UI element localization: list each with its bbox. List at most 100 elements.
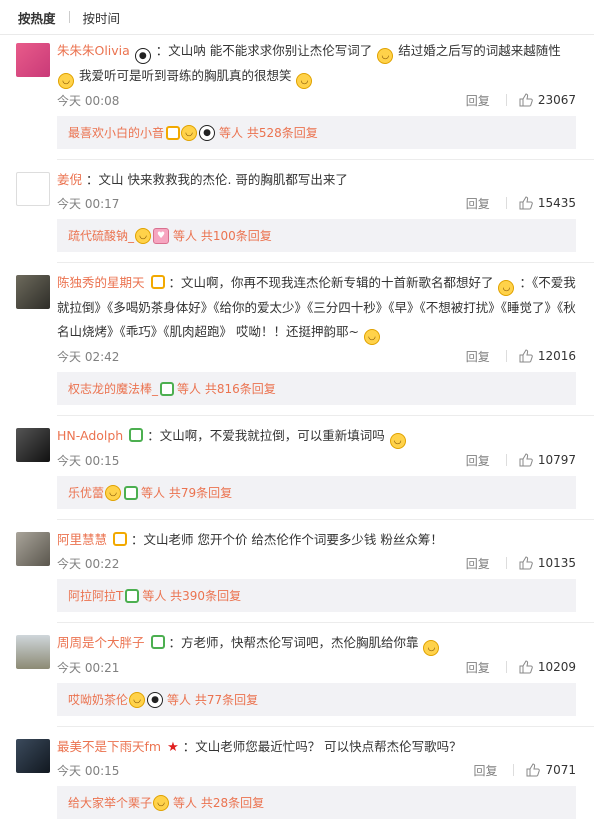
comment-text: 阿里慧慧 ：文山老师 您开个价 给杰伦作个词要多少钱 粉丝众筹！ [57,528,576,552]
reply-count[interactable]: 等人 共28条回复 [173,794,264,811]
reply-button[interactable]: 回复 [466,555,490,572]
comment-username[interactable]: 朱朱朱Olivia [57,43,130,58]
emoji-icon: ◡ [153,794,170,811]
thumbs-up-icon [519,349,533,363]
reply-users[interactable]: 阿拉阿拉T [68,587,123,604]
vip-badge-icon [113,532,127,546]
member-badge-icon [150,635,165,649]
reply-users[interactable]: 权志龙的魔法棒_ [68,380,158,397]
comment-meta: 今天 00:15 回复 7071 [57,759,576,781]
like-button[interactable]: 23067 [519,93,576,107]
reply-users[interactable]: 哎呦奶茶伦 [68,691,128,708]
comment-time: 今天 00:15 [57,453,120,468]
like-button[interactable]: 12016 [519,349,576,363]
comment-username[interactable]: 姜倪 [57,172,82,187]
tab-by-time[interactable]: 按时间 [83,8,121,27]
avatar[interactable] [16,43,50,77]
reply-count[interactable]: 等人 共816条回复 [177,380,276,397]
reply-count[interactable]: 等人 共390条回复 [142,587,241,604]
comment-text: 陈独秀的星期天 ：文山啊，你再不现我连杰伦新专辑的十首新歌名都想好了 ◡ ：《不… [57,271,576,345]
vip-badge-icon [166,125,181,140]
thumbs-up-icon [519,660,533,674]
panda-emoji-icon: ● [147,691,164,708]
comment-username[interactable]: HN-Adolph [57,428,123,443]
thumbs-up-icon [519,93,533,107]
comment-body: ：文山 快来救救我的杰伦. 哥的胸肌都写出来了 [86,172,348,187]
meta-divider [505,454,507,466]
reply-summary[interactable]: 最喜欢小白的小音 ◡ ● 等人 共528条回复 [57,116,576,149]
comment-username[interactable]: 周周是个大胖子 [57,635,145,650]
reply-count[interactable]: 等人 共77条回复 [167,691,258,708]
thumbs-up-icon [519,453,533,467]
laughing-emoji-icon: ◡ [498,280,515,296]
thumbs-up-icon [519,556,533,570]
emoji-icon: ◡ [389,433,406,449]
comment-item: 阿里慧慧 ：文山老师 您开个价 给杰伦作个词要多少钱 粉丝众筹！ 今天 00:2… [16,520,594,623]
reply-users[interactable]: 给大家举个栗子 [68,794,152,811]
reply-users[interactable]: 最喜欢小白的小音 [68,124,164,141]
reply-users[interactable]: 乐优蕾 [68,484,104,501]
avatar[interactable] [16,172,50,206]
meta-divider [505,661,507,673]
reply-users[interactable]: 疏代硫酸钠_ [68,227,134,244]
emoji-icon: ◡ [129,691,146,708]
star-badge-icon: ★ [167,736,179,755]
reply-summary[interactable]: 哎呦奶茶伦 ◡ ● 等人 共77条回复 [57,683,576,716]
reply-count[interactable]: 等人 共100条回复 [173,227,272,244]
comment-item: 姜倪 ：文山 快来救救我的杰伦. 哥的胸肌都写出来了 今天 00:17 回复 1… [16,160,594,263]
reply-button[interactable]: 回复 [466,92,490,109]
avatar[interactable] [16,532,50,566]
comment-item: HN-Adolph ：文山啊，不爱我就拉倒，可以重新填词吗 ◡ 今天 00:15… [16,416,594,520]
reply-summary[interactable]: 乐优蕾 ◡ 等人 共79条回复 [57,476,576,509]
reply-summary[interactable]: 阿拉阿拉T 等人 共390条回复 [57,579,576,612]
like-button[interactable]: 15435 [519,196,576,210]
comment-body: ：文山啊，你再不现我连杰伦新专辑的十首新歌名都想好了 [168,275,494,290]
comment-meta: 今天 00:21 回复 10209 [57,656,576,678]
comment-meta: 今天 00:15 回复 10797 [57,449,576,471]
comment-text: 朱朱朱Olivia ● ：文山呐 能不能求求你别让杰伦写词了 ◡ 结过婚之后写的… [57,39,576,89]
comment-list: 朱朱朱Olivia ● ：文山呐 能不能求求你别让杰伦写词了 ◡ 结过婚之后写的… [0,35,594,819]
meta-divider [505,557,507,569]
tab-by-popularity[interactable]: 按热度 [18,8,56,27]
comment-item: 陈独秀的星期天 ：文山啊，你再不现我连杰伦新专辑的十首新歌名都想好了 ◡ ：《不… [16,263,594,416]
comment-time: 今天 00:22 [57,556,120,571]
like-count: 12016 [537,349,576,363]
comment-username[interactable]: 最美不是下雨天fm [57,739,161,754]
comment-body: ：文山老师 您开个价 给杰伦作个词要多少钱 粉丝众筹！ [130,532,443,547]
reply-button[interactable]: 回复 [466,659,490,676]
like-button[interactable]: 10135 [519,556,576,570]
thumbs-up-icon [526,763,541,777]
comment-time: 今天 02:42 [57,349,120,364]
comment-meta: 今天 00:22 回复 10135 [57,552,576,574]
comment-time: 今天 00:21 [57,660,120,675]
reply-count[interactable]: 等人 共79条回复 [141,484,232,501]
comment-username[interactable]: 阿里慧慧 [57,532,107,547]
reply-button[interactable]: 回复 [473,762,497,779]
reply-summary[interactable]: 给大家举个栗子 ◡ 等人 共28条回复 [57,786,576,819]
comment-text: 姜倪 ：文山 快来救救我的杰伦. 哥的胸肌都写出来了 [57,168,576,192]
like-button[interactable]: 7071 [526,763,576,777]
comment-time: 今天 00:08 [57,93,120,108]
member-badge-icon [124,485,139,500]
sticker-icon: ♥ [153,227,170,244]
avatar[interactable] [16,635,50,669]
avatar[interactable] [16,275,50,309]
reply-summary[interactable]: 权志龙的魔法棒_ 等人 共816条回复 [57,372,576,405]
avatar[interactable] [16,739,50,773]
comment-body: ：文山呐 能不能求求你别让杰伦写词了 [155,43,373,58]
comment-username[interactable]: 陈独秀的星期天 [57,275,145,290]
reply-count[interactable]: 等人 共528条回复 [219,124,318,141]
reply-summary[interactable]: 疏代硫酸钠_ ◡ ♥ 等人 共100条回复 [57,219,576,252]
emoji-icon: ◡ [135,227,152,244]
like-button[interactable]: 10797 [519,453,576,467]
avatar[interactable] [16,428,50,462]
like-button[interactable]: 10209 [519,660,576,674]
comment-meta: 今天 00:17 回复 15435 [57,192,576,214]
reply-button[interactable]: 回复 [466,348,490,365]
reply-button[interactable]: 回复 [466,452,490,469]
like-count: 10797 [537,453,576,467]
vip-badge-icon [150,275,165,289]
comment-body: ：方老师，快帮杰伦写词吧，杰伦胸肌给你靠 [168,635,419,650]
member-badge-icon [125,588,140,603]
reply-button[interactable]: 回复 [466,195,490,212]
